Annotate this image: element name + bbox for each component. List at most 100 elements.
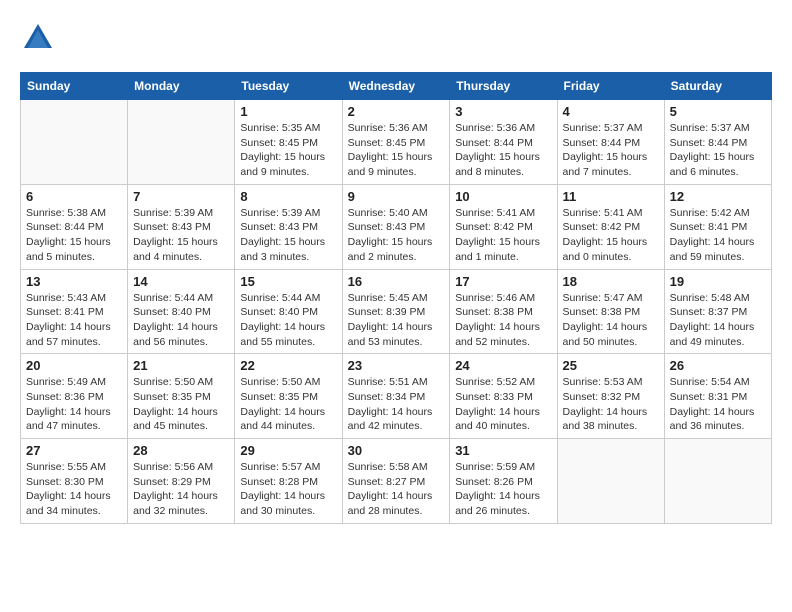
calendar-cell: 2Sunrise: 5:36 AM Sunset: 8:45 PM Daylig… xyxy=(342,100,450,185)
calendar-cell: 23 Sunrise: 5:51 AM Sunset: 8:34 PM Dayli… xyxy=(342,354,450,439)
day-info: Sunrise: 5:50 AM Sunset: 8:35 PM Dayligh… xyxy=(133,375,229,434)
calendar-cell: 28 Sunrise: 5:56 AM Sunset: 8:29 PM Dayli… xyxy=(128,439,235,524)
day-info: Sunrise: 5:57 AM Sunset: 8:28 PM Dayligh… xyxy=(240,460,336,519)
day-info: Sunrise: 5:48 AM Sunset: 8:37 PM Dayligh… xyxy=(670,291,766,350)
day-info: Sunrise: 5:47 AM Sunset: 8:38 PM Dayligh… xyxy=(563,291,659,350)
calendar-cell: 11Sunrise: 5:41 AM Sunset: 8:42 PM Dayli… xyxy=(557,184,664,269)
day-info: Sunrise: 5:55 AM Sunset: 8:30 PM Dayligh… xyxy=(26,460,122,519)
day-info: Sunrise: 5:41 AM Sunset: 8:42 PM Dayligh… xyxy=(563,206,659,265)
day-number: 15 xyxy=(240,274,336,289)
day-info: Sunrise: 5:44 AM Sunset: 8:40 PM Dayligh… xyxy=(240,291,336,350)
day-info: Sunrise: 5:51 AM Sunset: 8:34 PM Dayligh… xyxy=(348,375,445,434)
day-number: 30 xyxy=(348,443,445,458)
day-number: 26 xyxy=(670,358,766,373)
weekday-header: Saturday xyxy=(664,73,771,100)
calendar-cell: 27 Sunrise: 5:55 AM Sunset: 8:30 PM Dayli… xyxy=(21,439,128,524)
day-info: Sunrise: 5:35 AM Sunset: 8:45 PM Dayligh… xyxy=(240,121,336,180)
calendar-cell: 21Sunrise: 5:50 AM Sunset: 8:35 PM Dayli… xyxy=(128,354,235,439)
day-info: Sunrise: 5:46 AM Sunset: 8:38 PM Dayligh… xyxy=(455,291,551,350)
calendar-cell: 20 Sunrise: 5:49 AM Sunset: 8:36 PM Dayli… xyxy=(21,354,128,439)
calendar-week-row: 13 Sunrise: 5:43 AM Sunset: 8:41 PM Dayli… xyxy=(21,269,772,354)
day-number: 28 xyxy=(133,443,229,458)
day-info: Sunrise: 5:53 AM Sunset: 8:32 PM Dayligh… xyxy=(563,375,659,434)
day-number: 18 xyxy=(563,274,659,289)
day-number: 8 xyxy=(240,189,336,204)
day-info: Sunrise: 5:41 AM Sunset: 8:42 PM Dayligh… xyxy=(455,206,551,265)
weekday-header: Monday xyxy=(128,73,235,100)
day-number: 10 xyxy=(455,189,551,204)
calendar-cell: 4 Sunrise: 5:37 AM Sunset: 8:44 PM Daylig… xyxy=(557,100,664,185)
page-header xyxy=(20,20,772,56)
calendar-cell: 14 Sunrise: 5:44 AM Sunset: 8:40 PM Dayli… xyxy=(128,269,235,354)
day-number: 16 xyxy=(348,274,445,289)
day-info: Sunrise: 5:39 AM Sunset: 8:43 PM Dayligh… xyxy=(240,206,336,265)
calendar-cell: 9 Sunrise: 5:40 AM Sunset: 8:43 PM Daylig… xyxy=(342,184,450,269)
day-number: 29 xyxy=(240,443,336,458)
calendar-cell: 24 Sunrise: 5:52 AM Sunset: 8:33 PM Dayli… xyxy=(450,354,557,439)
day-number: 7 xyxy=(133,189,229,204)
day-number: 1 xyxy=(240,104,336,119)
calendar-header-row: SundayMondayTuesdayWednesdayThursdayFrid… xyxy=(21,73,772,100)
calendar-cell: 26 Sunrise: 5:54 AM Sunset: 8:31 PM Dayli… xyxy=(664,354,771,439)
calendar-cell: 16 Sunrise: 5:45 AM Sunset: 8:39 PM Dayli… xyxy=(342,269,450,354)
calendar-cell: 15 Sunrise: 5:44 AM Sunset: 8:40 PM Dayli… xyxy=(235,269,342,354)
calendar-cell: 3 Sunrise: 5:36 AM Sunset: 8:44 PM Daylig… xyxy=(450,100,557,185)
day-number: 23 xyxy=(348,358,445,373)
day-info: Sunrise: 5:56 AM Sunset: 8:29 PM Dayligh… xyxy=(133,460,229,519)
day-number: 27 xyxy=(26,443,122,458)
logo xyxy=(20,20,60,56)
weekday-header: Tuesday xyxy=(235,73,342,100)
day-info: Sunrise: 5:52 AM Sunset: 8:33 PM Dayligh… xyxy=(455,375,551,434)
calendar-cell: 31 Sunrise: 5:59 AM Sunset: 8:26 PM Dayli… xyxy=(450,439,557,524)
day-info: Sunrise: 5:40 AM Sunset: 8:43 PM Dayligh… xyxy=(348,206,445,265)
weekday-header: Friday xyxy=(557,73,664,100)
day-number: 14 xyxy=(133,274,229,289)
day-number: 4 xyxy=(563,104,659,119)
calendar-cell: 22 Sunrise: 5:50 AM Sunset: 8:35 PM Dayli… xyxy=(235,354,342,439)
day-number: 9 xyxy=(348,189,445,204)
day-number: 22 xyxy=(240,358,336,373)
day-number: 5 xyxy=(670,104,766,119)
logo-icon xyxy=(20,20,56,56)
weekday-header: Sunday xyxy=(21,73,128,100)
day-number: 20 xyxy=(26,358,122,373)
day-info: Sunrise: 5:54 AM Sunset: 8:31 PM Dayligh… xyxy=(670,375,766,434)
calendar-cell xyxy=(664,439,771,524)
day-number: 12 xyxy=(670,189,766,204)
day-info: Sunrise: 5:44 AM Sunset: 8:40 PM Dayligh… xyxy=(133,291,229,350)
calendar-cell: 10 Sunrise: 5:41 AM Sunset: 8:42 PM Dayli… xyxy=(450,184,557,269)
day-info: Sunrise: 5:36 AM Sunset: 8:44 PM Dayligh… xyxy=(455,121,551,180)
day-number: 31 xyxy=(455,443,551,458)
day-info: Sunrise: 5:43 AM Sunset: 8:41 PM Dayligh… xyxy=(26,291,122,350)
calendar-cell xyxy=(21,100,128,185)
calendar-cell: 17 Sunrise: 5:46 AM Sunset: 8:38 PM Dayli… xyxy=(450,269,557,354)
day-number: 13 xyxy=(26,274,122,289)
calendar-cell: 8 Sunrise: 5:39 AM Sunset: 8:43 PM Daylig… xyxy=(235,184,342,269)
calendar-cell: 6Sunrise: 5:38 AM Sunset: 8:44 PM Daylig… xyxy=(21,184,128,269)
day-number: 17 xyxy=(455,274,551,289)
day-info: Sunrise: 5:50 AM Sunset: 8:35 PM Dayligh… xyxy=(240,375,336,434)
calendar-cell: 18 Sunrise: 5:47 AM Sunset: 8:38 PM Dayli… xyxy=(557,269,664,354)
day-info: Sunrise: 5:45 AM Sunset: 8:39 PM Dayligh… xyxy=(348,291,445,350)
day-number: 3 xyxy=(455,104,551,119)
calendar-week-row: 27 Sunrise: 5:55 AM Sunset: 8:30 PM Dayli… xyxy=(21,439,772,524)
calendar-week-row: 1 Sunrise: 5:35 AM Sunset: 8:45 PM Daylig… xyxy=(21,100,772,185)
calendar-cell: 1 Sunrise: 5:35 AM Sunset: 8:45 PM Daylig… xyxy=(235,100,342,185)
day-info: Sunrise: 5:37 AM Sunset: 8:44 PM Dayligh… xyxy=(563,121,659,180)
calendar-week-row: 6Sunrise: 5:38 AM Sunset: 8:44 PM Daylig… xyxy=(21,184,772,269)
day-info: Sunrise: 5:58 AM Sunset: 8:27 PM Dayligh… xyxy=(348,460,445,519)
calendar-cell: 7 Sunrise: 5:39 AM Sunset: 8:43 PM Daylig… xyxy=(128,184,235,269)
calendar-cell: 25Sunrise: 5:53 AM Sunset: 8:32 PM Dayli… xyxy=(557,354,664,439)
day-info: Sunrise: 5:39 AM Sunset: 8:43 PM Dayligh… xyxy=(133,206,229,265)
day-info: Sunrise: 5:49 AM Sunset: 8:36 PM Dayligh… xyxy=(26,375,122,434)
day-number: 2 xyxy=(348,104,445,119)
calendar-cell: 19Sunrise: 5:48 AM Sunset: 8:37 PM Dayli… xyxy=(664,269,771,354)
day-number: 24 xyxy=(455,358,551,373)
calendar-cell: 12 Sunrise: 5:42 AM Sunset: 8:41 PM Dayli… xyxy=(664,184,771,269)
day-info: Sunrise: 5:42 AM Sunset: 8:41 PM Dayligh… xyxy=(670,206,766,265)
weekday-header: Thursday xyxy=(450,73,557,100)
calendar-week-row: 20 Sunrise: 5:49 AM Sunset: 8:36 PM Dayli… xyxy=(21,354,772,439)
calendar-cell: 5Sunrise: 5:37 AM Sunset: 8:44 PM Daylig… xyxy=(664,100,771,185)
day-info: Sunrise: 5:38 AM Sunset: 8:44 PM Dayligh… xyxy=(26,206,122,265)
day-info: Sunrise: 5:59 AM Sunset: 8:26 PM Dayligh… xyxy=(455,460,551,519)
